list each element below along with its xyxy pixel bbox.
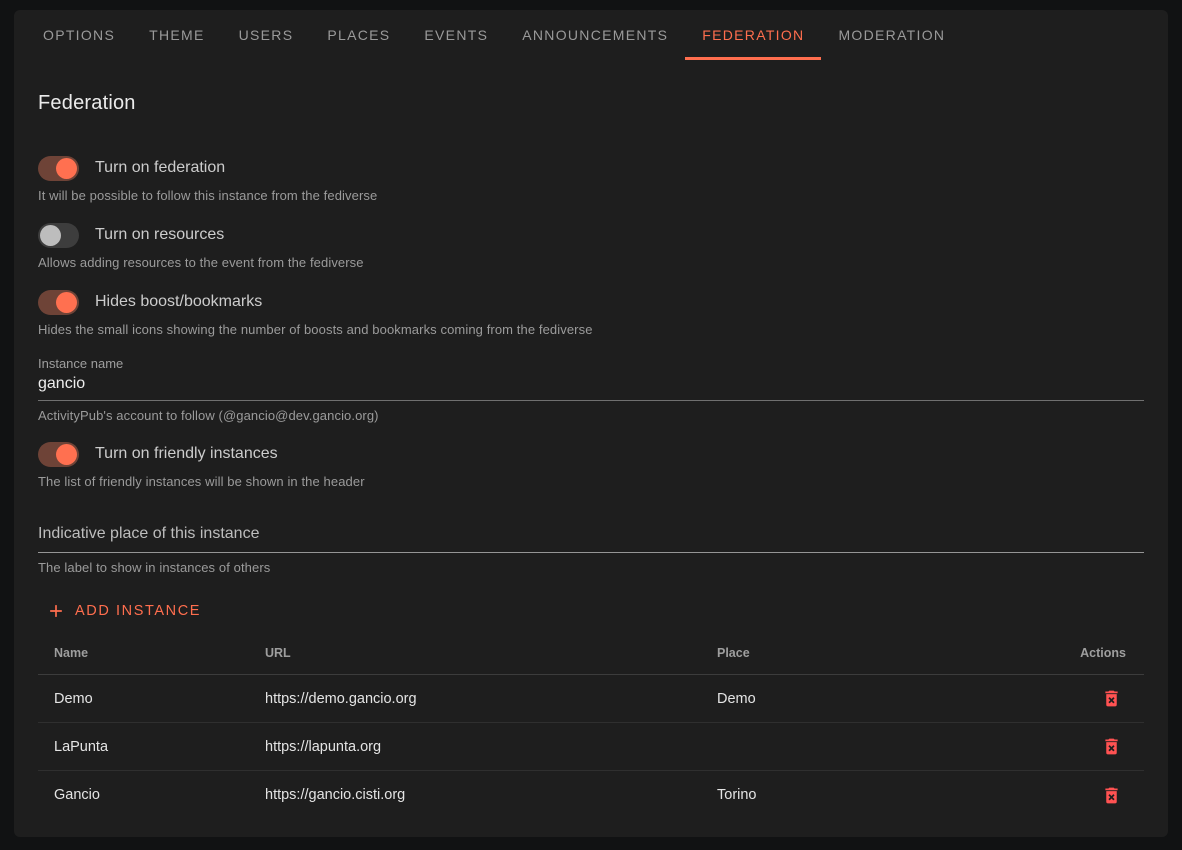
instance-url: https://gancio.cisti.org bbox=[249, 787, 701, 803]
tab-options[interactable]: OPTIONS bbox=[26, 10, 132, 60]
instance-name-input[interactable] bbox=[38, 374, 1144, 401]
setting-friendly-instances: Turn on friendly instances The list of f… bbox=[38, 441, 1144, 489]
toggle-thumb bbox=[56, 444, 77, 465]
tab-moderation[interactable]: MODERATION bbox=[821, 10, 962, 60]
friendly-instances-toggle[interactable] bbox=[38, 442, 79, 467]
instance-place: Torino bbox=[701, 787, 1048, 803]
instance-place-field-block: The label to show in instances of others bbox=[38, 522, 1144, 575]
delete-instance-button[interactable] bbox=[1097, 781, 1126, 810]
plus-icon bbox=[46, 601, 66, 621]
admin-tabs: OPTIONS THEME USERS PLACES EVENTS ANNOUN… bbox=[14, 10, 1168, 60]
instance-row-demo: Demo https://demo.gancio.org Demo bbox=[38, 675, 1144, 723]
federation-toggle[interactable] bbox=[38, 156, 79, 181]
column-header-place: Place bbox=[701, 646, 1048, 660]
instance-name-label: Instance name bbox=[38, 356, 1144, 371]
setting-hide-boosts: Hides boost/bookmarks Hides the small ic… bbox=[38, 289, 1144, 337]
friendly-instances-toggle-hint: The list of friendly instances will be s… bbox=[38, 474, 1144, 489]
instance-url: https://demo.gancio.org bbox=[249, 691, 701, 707]
hide-boosts-toggle[interactable] bbox=[38, 290, 79, 315]
tab-users[interactable]: USERS bbox=[222, 10, 311, 60]
instance-place: Demo bbox=[701, 691, 1048, 707]
toggle-thumb bbox=[40, 225, 61, 246]
instance-name: Gancio bbox=[38, 787, 249, 803]
add-instance-label: ADD INSTANCE bbox=[75, 603, 201, 619]
instance-name-hint: ActivityPub's account to follow (@gancio… bbox=[38, 408, 1144, 423]
tab-theme[interactable]: THEME bbox=[132, 10, 222, 60]
toggle-thumb bbox=[56, 158, 77, 179]
trash-icon bbox=[1101, 697, 1122, 712]
instance-row-lapunta: LaPunta https://lapunta.org bbox=[38, 723, 1144, 771]
trash-icon bbox=[1101, 794, 1122, 809]
instance-place-hint: The label to show in instances of others bbox=[38, 560, 1144, 575]
tab-announcements[interactable]: ANNOUNCEMENTS bbox=[505, 10, 685, 60]
instance-url: https://lapunta.org bbox=[249, 739, 701, 755]
page-title: Federation bbox=[38, 92, 1144, 115]
add-instance-button[interactable]: ADD INSTANCE bbox=[38, 593, 209, 629]
instance-name-field-block: Instance name ActivityPub's account to f… bbox=[38, 356, 1144, 423]
column-header-name: Name bbox=[38, 646, 249, 660]
federation-toggle-label: Turn on federation bbox=[95, 159, 225, 177]
federation-settings: Federation Turn on federation It will be… bbox=[14, 92, 1168, 819]
tab-events[interactable]: EVENTS bbox=[407, 10, 505, 60]
federation-toggle-hint: It will be possible to follow this insta… bbox=[38, 188, 1144, 203]
hide-boosts-toggle-label: Hides boost/bookmarks bbox=[95, 293, 262, 311]
instances-table-header: Name URL Place Actions bbox=[38, 631, 1144, 675]
friendly-instances-toggle-label: Turn on friendly instances bbox=[95, 445, 278, 463]
instance-name: LaPunta bbox=[38, 739, 249, 755]
toggle-thumb bbox=[56, 292, 77, 313]
instance-place-input[interactable] bbox=[38, 522, 1144, 553]
column-header-url: URL bbox=[249, 646, 701, 660]
instances-table: Name URL Place Actions Demo https://demo… bbox=[38, 631, 1144, 819]
instance-row-gancio: Gancio https://gancio.cisti.org Torino bbox=[38, 771, 1144, 819]
setting-resources: Turn on resources Allows adding resource… bbox=[38, 222, 1144, 270]
delete-instance-button[interactable] bbox=[1097, 732, 1126, 761]
column-header-actions: Actions bbox=[1048, 646, 1144, 660]
hide-boosts-toggle-hint: Hides the small icons showing the number… bbox=[38, 322, 1144, 337]
admin-settings-card: OPTIONS THEME USERS PLACES EVENTS ANNOUN… bbox=[14, 10, 1168, 837]
instance-name: Demo bbox=[38, 691, 249, 707]
resources-toggle-hint: Allows adding resources to the event fro… bbox=[38, 255, 1144, 270]
resources-toggle[interactable] bbox=[38, 223, 79, 248]
tab-federation[interactable]: FEDERATION bbox=[685, 10, 821, 60]
tab-places[interactable]: PLACES bbox=[310, 10, 407, 60]
trash-icon bbox=[1101, 745, 1122, 760]
delete-instance-button[interactable] bbox=[1097, 684, 1126, 713]
resources-toggle-label: Turn on resources bbox=[95, 226, 224, 244]
setting-federation: Turn on federation It will be possible t… bbox=[38, 155, 1144, 203]
